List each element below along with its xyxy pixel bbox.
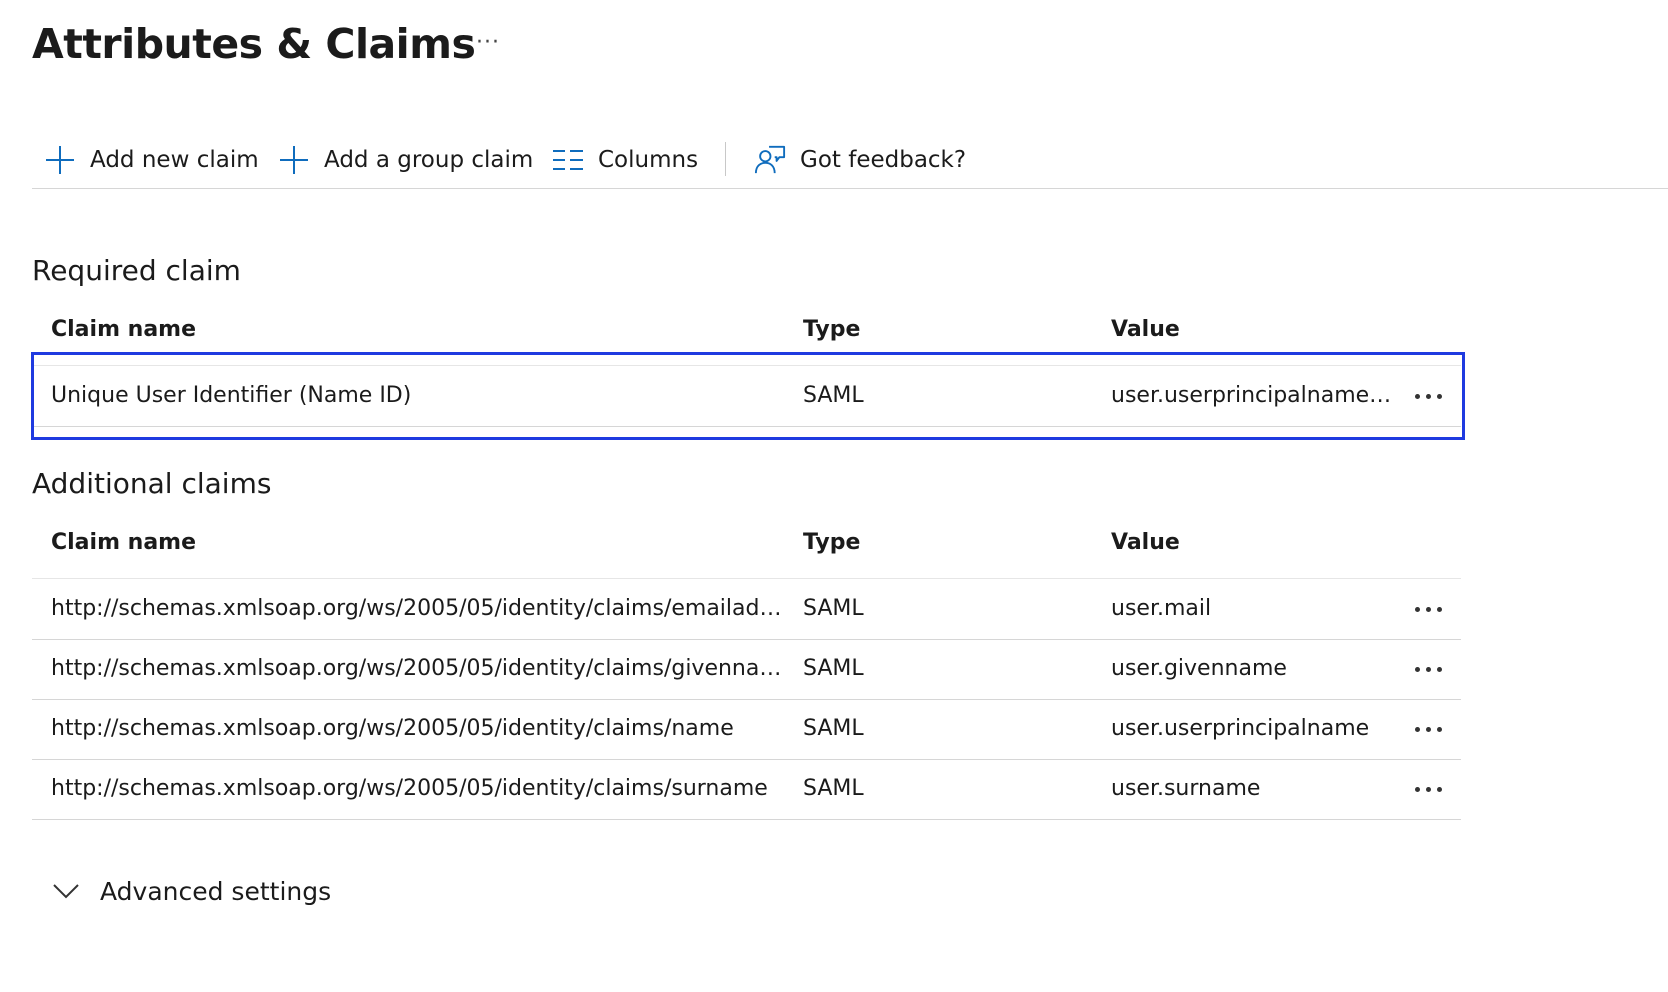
feedback-button[interactable]: Got feedback? <box>754 132 966 188</box>
claim-value-cell: user.userprincipalname <box>1111 716 1370 741</box>
column-header-value[interactable]: Value <box>1111 530 1180 555</box>
claim-value-cell: user.givenname <box>1111 656 1287 681</box>
claim-name-cell: http://schemas.xmlsoap.org/ws/2005/05/id… <box>51 716 734 741</box>
column-header-type[interactable]: Type <box>803 530 860 555</box>
add-new-claim-label: Add new claim <box>90 147 259 173</box>
table-row[interactable]: http://schemas.xmlsoap.org/ws/2005/05/id… <box>32 639 1461 700</box>
feedback-icon <box>754 144 786 176</box>
add-group-claim-button[interactable]: Add a group claim <box>278 132 533 188</box>
add-new-claim-button[interactable]: Add new claim <box>44 132 259 188</box>
table-row[interactable]: http://schemas.xmlsoap.org/ws/2005/05/id… <box>32 759 1461 820</box>
claim-name-cell: Unique User Identifier (Name ID) <box>51 383 412 408</box>
row-more-options-icon[interactable] <box>1408 382 1448 410</box>
claim-type-cell: SAML <box>803 383 864 408</box>
advanced-settings-toggle[interactable]: Advanced settings <box>50 866 331 916</box>
claim-type-cell: SAML <box>803 656 864 681</box>
claim-value-cell: user.userprincipalname [... <box>1111 383 1393 408</box>
add-group-claim-label: Add a group claim <box>324 147 534 173</box>
table-row[interactable]: http://schemas.xmlsoap.org/ws/2005/05/id… <box>32 578 1461 640</box>
plus-icon <box>278 144 310 176</box>
toolbar-divider <box>725 142 726 176</box>
required-claim-heading: Required claim <box>32 254 241 287</box>
claim-name-cell: http://schemas.xmlsoap.org/ws/2005/05/id… <box>51 656 783 681</box>
claim-value-cell: user.mail <box>1111 596 1212 621</box>
page-title: Attributes & Claims <box>32 20 476 68</box>
table-row[interactable]: http://schemas.xmlsoap.org/ws/2005/05/id… <box>32 699 1461 760</box>
claim-type-cell: SAML <box>803 716 864 741</box>
claim-type-cell: SAML <box>803 596 864 621</box>
additional-claims-heading: Additional claims <box>32 467 272 500</box>
command-bar: Add new claim Add a group claim Columns … <box>32 132 1668 189</box>
columns-label: Columns <box>598 147 699 173</box>
column-header-claim-name[interactable]: Claim name <box>51 317 196 342</box>
column-header-claim-name[interactable]: Claim name <box>51 530 196 555</box>
claim-name-cell: http://schemas.xmlsoap.org/ws/2005/05/id… <box>51 776 768 801</box>
advanced-settings-label: Advanced settings <box>100 876 332 906</box>
feedback-label: Got feedback? <box>800 147 967 173</box>
table-row[interactable]: Unique User Identifier (Name ID) SAML us… <box>32 365 1461 427</box>
more-options-icon[interactable]: ··· <box>476 30 500 55</box>
row-more-options-icon[interactable] <box>1408 595 1448 623</box>
claim-name-cell: http://schemas.xmlsoap.org/ws/2005/05/id… <box>51 596 783 621</box>
columns-icon <box>552 144 584 176</box>
claim-value-cell: user.surname <box>1111 776 1261 801</box>
column-header-value[interactable]: Value <box>1111 317 1180 342</box>
chevron-down-icon <box>50 875 82 907</box>
row-more-options-icon[interactable] <box>1408 715 1448 743</box>
row-more-options-icon[interactable] <box>1408 655 1448 683</box>
row-more-options-icon[interactable] <box>1408 775 1448 803</box>
plus-icon <box>44 144 76 176</box>
column-header-type[interactable]: Type <box>803 317 860 342</box>
columns-button[interactable]: Columns <box>552 132 698 188</box>
claim-type-cell: SAML <box>803 776 864 801</box>
